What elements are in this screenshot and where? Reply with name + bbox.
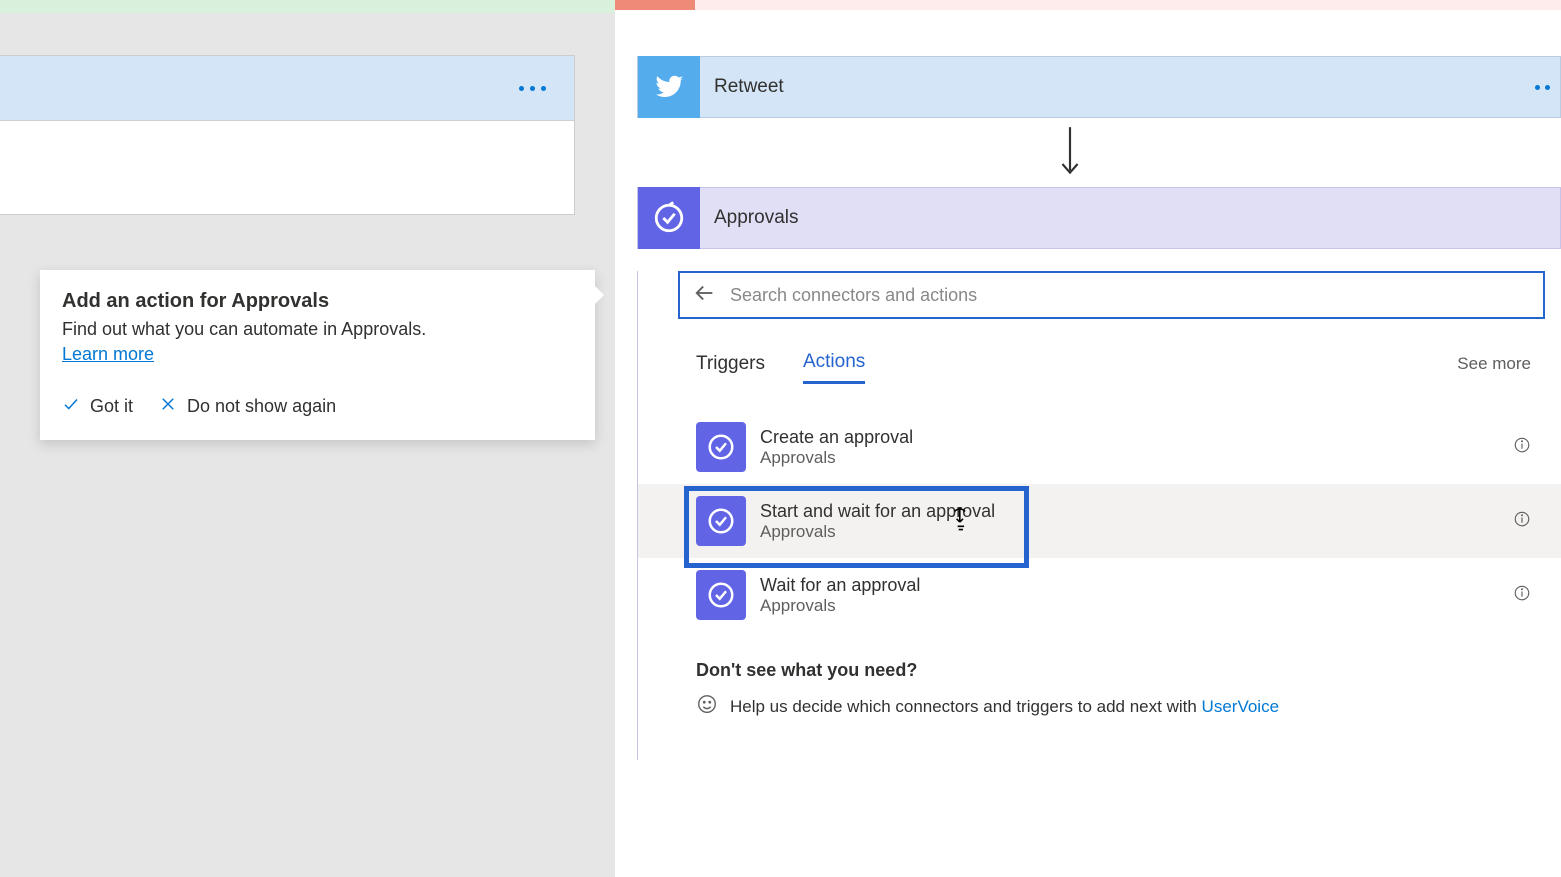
got-it-button[interactable]: Got it (62, 395, 133, 418)
do-not-show-label: Do not show again (187, 396, 336, 417)
action-picker: Triggers Actions See more Create an appr… (637, 271, 1561, 760)
action-sub: Approvals (760, 448, 1513, 468)
step-approvals-title: Approvals (714, 207, 1560, 229)
left-collapsed-card (0, 55, 575, 215)
tab-triggers[interactable]: Triggers (696, 345, 765, 383)
twitter-icon (638, 56, 700, 118)
more-menu-icon[interactable] (519, 86, 546, 91)
search-row (678, 271, 1545, 319)
tooltip-body: Find out what you can automate in Approv… (62, 319, 573, 340)
step-retweet-title: Retweet (714, 76, 1535, 98)
approvals-icon (696, 570, 746, 620)
step-approvals[interactable]: Approvals (637, 187, 1561, 249)
do-not-show-button[interactable]: Do not show again (159, 395, 336, 418)
approvals-icon (638, 187, 700, 249)
back-arrow-icon[interactable] (694, 282, 716, 309)
left-pane: Add an action for Approvals Find out wha… (0, 0, 615, 877)
step-retweet[interactable]: Retweet (637, 56, 1561, 118)
action-title: Wait for an approval (760, 575, 1513, 596)
check-icon (62, 395, 80, 418)
arrow-down-icon (1057, 124, 1561, 183)
footer: Don't see what you need? Help us decide … (696, 660, 1531, 720)
info-icon[interactable] (1513, 436, 1531, 459)
action-create-approval[interactable]: Create an approval Approvals (638, 410, 1561, 484)
tooltip-approvals: Add an action for Approvals Find out wha… (40, 270, 595, 440)
right-pane: Retweet Approvals Triggers (615, 0, 1561, 877)
see-more-link[interactable]: See more (1457, 354, 1531, 374)
right-top-error-accent (615, 0, 695, 10)
approvals-icon (696, 496, 746, 546)
footer-question: Don't see what you need? (696, 660, 1531, 681)
action-sub: Approvals (760, 522, 1513, 542)
tabs-row: Triggers Actions See more (696, 343, 1531, 384)
right-top-error-bar (615, 0, 1561, 10)
search-input[interactable] (730, 285, 1529, 306)
left-card-header (0, 56, 574, 121)
action-sub: Approvals (760, 596, 1513, 616)
tab-actions[interactable]: Actions (803, 343, 865, 384)
actions-list: Create an approval Approvals Start a (638, 410, 1561, 632)
action-title: Create an approval (760, 427, 1513, 448)
action-title: Start and wait for an approval (760, 501, 1513, 522)
action-start-wait-approval[interactable]: Start and wait for an approval Approvals (638, 484, 1561, 558)
close-icon (159, 395, 177, 418)
tooltip-title: Add an action for Approvals (62, 290, 573, 313)
action-wait-approval[interactable]: Wait for an approval Approvals (638, 558, 1561, 632)
footer-text: Help us decide which connectors and trig… (730, 697, 1202, 716)
info-icon[interactable] (1513, 510, 1531, 533)
info-icon[interactable] (1513, 584, 1531, 607)
step-retweet-menu-icon[interactable] (1535, 85, 1560, 90)
approvals-icon (696, 422, 746, 472)
uservoice-link[interactable]: UserVoice (1202, 697, 1279, 716)
learn-more-link[interactable]: Learn more (62, 344, 154, 364)
smiley-icon (696, 693, 718, 720)
left-top-success-bar (0, 0, 615, 13)
got-it-label: Got it (90, 396, 133, 417)
